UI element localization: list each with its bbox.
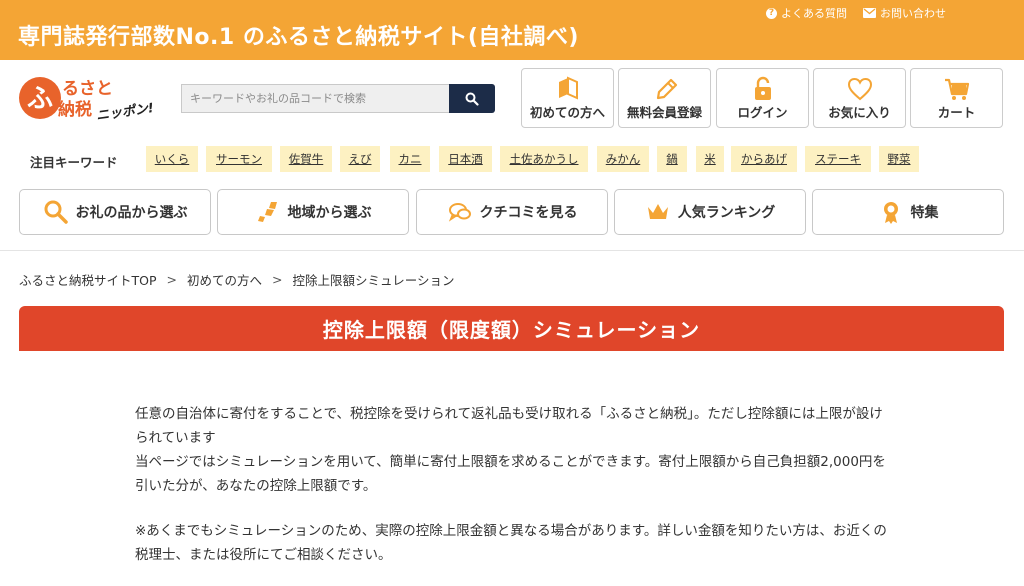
search-icon [465, 92, 479, 106]
logo-graphic: ふ るさと 納税 ニッポン! [19, 77, 155, 124]
nav-gift-search[interactable]: お礼の品から選ぶ [19, 189, 211, 235]
nav-features[interactable]: 特集 [812, 189, 1004, 235]
contact-link[interactable]: お問い合わせ [863, 5, 946, 21]
login-label: ログイン [737, 105, 788, 120]
intro-paragraph: 任意の自治体に寄付をすることで、税控除を受けられて返礼品も受け取れる「ふるさと納… [135, 406, 883, 446]
beginner-guide-button[interactable]: 初めての方へ [521, 68, 614, 128]
keyword-tag[interactable]: いくら [146, 146, 198, 172]
keyword-tag[interactable]: 土佐あかうし [500, 146, 588, 172]
keyword-tag[interactable]: カニ [390, 146, 430, 172]
nav-region-search-label: 地域から選ぶ [287, 205, 372, 221]
top-header-bar: 専門誌発行部数No.1 のふるさと納税サイト(自社調べ) ? よくある質問 お問… [0, 0, 1024, 60]
search-bar [181, 84, 495, 113]
top-utility-links: ? よくある質問 お問い合わせ [766, 5, 946, 21]
lock-icon [754, 76, 771, 100]
cart-label: カート [937, 105, 976, 120]
beginner-mark-icon [558, 76, 578, 100]
keywords-label: 注目キーワード [30, 155, 118, 170]
favorites-button[interactable]: お気に入り [813, 68, 906, 128]
search-button[interactable] [449, 84, 495, 113]
keyword-tag[interactable]: からあげ [731, 146, 797, 172]
contact-link-label: お問い合わせ [880, 7, 946, 20]
register-label: 無料会員登録 [626, 105, 702, 120]
search-icon [44, 200, 68, 224]
login-button[interactable]: ログイン [716, 68, 809, 128]
nav-ranking-label: 人気ランキング [677, 205, 776, 221]
keyword-tag[interactable]: 佐賀牛 [280, 146, 332, 172]
chat-icon [448, 203, 471, 222]
intro-paragraph: 当ページではシミュレーションを用いて、簡単に寄付上限額を求めることができます。寄… [135, 454, 886, 494]
keyword-tag[interactable]: 米 [696, 146, 724, 172]
nav-reviews[interactable]: クチコミを見る [416, 189, 608, 235]
keyword-tag[interactable]: みかん [597, 146, 649, 172]
keyword-tag[interactable]: えび [340, 146, 380, 172]
favorites-label: お気に入り [828, 105, 891, 120]
svg-text:納税: 納税 [58, 99, 92, 120]
breadcrumb-separator: > [272, 272, 283, 287]
breadcrumb-separator: > [166, 272, 177, 287]
pencil-icon [656, 78, 677, 100]
page-title-banner: 控除上限額（限度額）シミュレーション [19, 306, 1004, 351]
site-tagline: 専門誌発行部数No.1 のふるさと納税サイト(自社調べ) [18, 25, 579, 50]
site-logo[interactable]: ふ るさと 納税 ニッポン! [18, 72, 170, 124]
map-icon [257, 202, 277, 222]
heart-icon [847, 77, 872, 101]
breadcrumb-current: 控除上限額シミュレーション [292, 273, 455, 288]
cart-icon [944, 78, 969, 100]
nav-gift-search-label: お礼の品から選ぶ [75, 205, 188, 221]
crown-icon [647, 204, 668, 219]
search-input[interactable] [181, 84, 449, 113]
keyword-tag[interactable]: 日本酒 [439, 146, 492, 172]
disclaimer-paragraph: ※あくまでもシミュレーションのため、実際の控除上限金額と異なる場合があります。詳… [135, 523, 887, 563]
keyword-tag[interactable]: 鍋 [657, 146, 687, 172]
beginner-guide-label: 初めての方へ [529, 105, 605, 120]
svg-text:るさと: るさと [62, 79, 113, 99]
nav-region-search[interactable]: 地域から選ぶ [217, 189, 409, 235]
faq-link[interactable]: ? よくある質問 [766, 5, 847, 21]
nav-ranking[interactable]: 人気ランキング [614, 189, 806, 235]
keyword-tag[interactable]: 野菜 [879, 146, 919, 172]
keyword-tag[interactable]: サーモン [206, 146, 272, 172]
header-divider [0, 250, 1024, 251]
nav-features-label: 特集 [910, 205, 939, 221]
svg-text:ふ: ふ [27, 84, 53, 114]
register-button[interactable]: 無料会員登録 [618, 68, 711, 128]
nav-reviews-label: クチコミを見る [479, 205, 578, 221]
keyword-tag[interactable]: ステーキ [805, 146, 871, 172]
breadcrumb-beginner-link[interactable]: 初めての方へ [187, 270, 262, 289]
page-title: 控除上限額（限度額）シミュレーション [322, 318, 701, 342]
breadcrumb-top-link[interactable]: ふるさと納税サイトTOP [19, 270, 157, 289]
medal-icon [883, 202, 898, 224]
faq-link-label: よくある質問 [781, 7, 847, 20]
breadcrumb: ふるさと納税サイトTOP > 初めての方へ > 控除上限額シミュレーション [19, 270, 455, 289]
cart-button[interactable]: カート [910, 68, 1003, 128]
svg-text:ニッポン!: ニッポン! [95, 100, 155, 124]
question-icon: ? [766, 7, 777, 19]
mail-icon [863, 8, 876, 18]
